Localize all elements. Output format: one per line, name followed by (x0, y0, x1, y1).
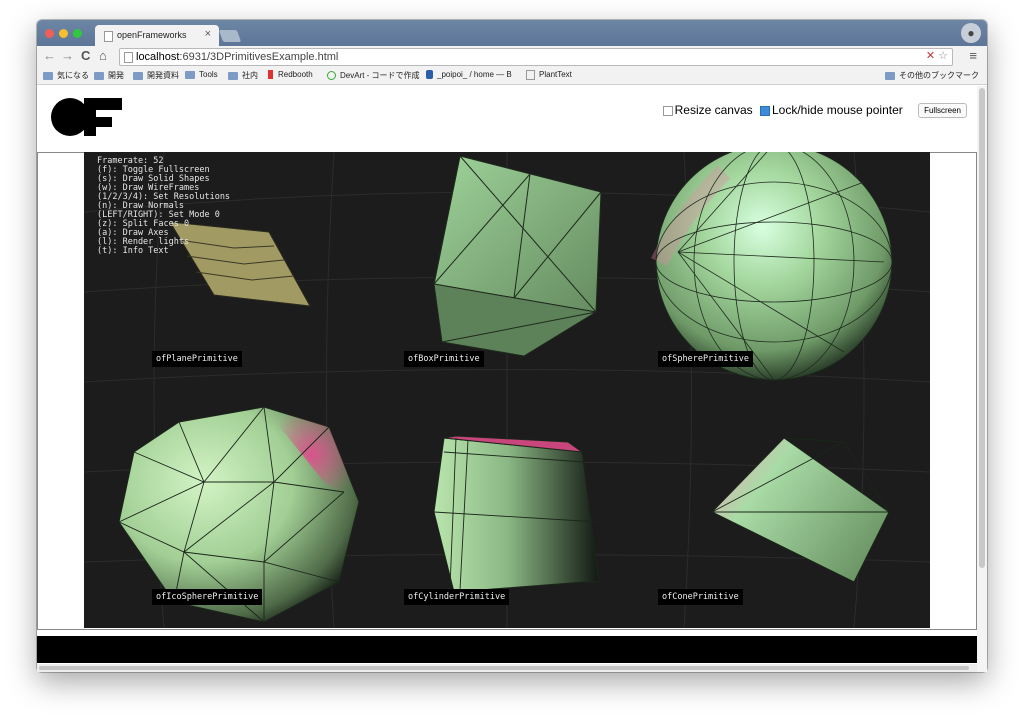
bitbucket-icon (426, 70, 433, 80)
folder-icon (94, 71, 104, 80)
lock-pointer-label: Lock/hide mouse pointer (772, 103, 903, 117)
url-host: localhost (136, 51, 180, 63)
minimize-window-icon[interactable] (59, 29, 68, 38)
openframeworks-logo (50, 97, 122, 142)
folder-icon (228, 71, 238, 80)
resize-canvas-label: Resize canvas (674, 103, 753, 117)
info-text: Framerate: 52 (f): Toggle Fullscreen (s)… (97, 156, 231, 256)
page-icon (526, 70, 535, 80)
browser-toolbar: ← → C ⌂ localhost:6931/3DPrimitivesExamp… (37, 46, 987, 67)
box-primitive-shape (433, 155, 602, 357)
fullscreen-button[interactable]: Fullscreen (918, 103, 967, 119)
close-window-icon[interactable] (45, 29, 54, 38)
bookmarks-bar: 気になる 開発 開発資料 Tools 社内 Redbooth DevArt - … (37, 67, 987, 85)
address-bar[interactable]: localhost:6931/3DPrimitivesExample.html … (119, 48, 953, 66)
cone-primitive-shape (711, 437, 890, 583)
label-cylinder-primitive: ofCylinderPrimitive (404, 589, 510, 605)
bookmark-folder-kininaru[interactable]: 気になる (43, 70, 89, 81)
devart-icon (327, 71, 336, 81)
reload-icon[interactable]: C (81, 48, 90, 63)
incognito-user-icon[interactable]: ● (961, 23, 981, 43)
tab-openframeworks[interactable]: openFrameworks × (95, 25, 219, 46)
url-path: :6931/3DPrimitivesExample.html (179, 51, 339, 63)
chrome-menu-icon[interactable]: ≡ (969, 48, 977, 63)
blocked-popup-icon[interactable]: ✕ ☆ (926, 49, 948, 62)
canvas-controls: Resize canvas Lock/hide mouse pointer Fu… (662, 103, 967, 119)
back-icon[interactable]: ← (43, 48, 56, 63)
vertical-scrollbar[interactable] (977, 86, 987, 672)
cylinder-primitive-shape (433, 435, 600, 593)
other-bookmarks[interactable]: その他のブックマーク (885, 70, 979, 81)
forward-icon[interactable]: → (61, 48, 74, 63)
url-text: localhost:6931/3DPrimitivesExample.html (136, 51, 338, 63)
page-icon (124, 52, 133, 63)
home-icon[interactable]: ⌂ (99, 48, 107, 63)
scrollbar-thumb[interactable] (979, 88, 985, 568)
bookmark-devart[interactable]: DevArt - コードで作成 (327, 70, 420, 81)
page-icon (104, 31, 113, 42)
zoom-window-icon[interactable] (73, 29, 82, 38)
resize-canvas-checkbox[interactable] (662, 105, 673, 116)
bookmark-bitbucket[interactable]: _poipoi_ / home — B (426, 70, 512, 80)
folder-icon (185, 70, 195, 79)
bookmark-planttext[interactable]: PlantText (526, 70, 572, 80)
bookmark-folder-kaihatsu-shiryo[interactable]: 開発資料 (133, 70, 179, 81)
folder-icon (885, 71, 895, 80)
bookmark-folder-shanai[interactable]: 社内 (228, 70, 258, 81)
label-cone-primitive: ofConePrimitive (658, 589, 743, 605)
label-plane-primitive: ofPlanePrimitive (152, 351, 242, 367)
bookmark-folder-kaihatsu[interactable]: 開発 (94, 70, 124, 81)
new-tab-button[interactable] (218, 30, 242, 42)
redbooth-icon (268, 70, 273, 80)
horizontal-scrollbar[interactable] (37, 664, 977, 672)
console-output (37, 636, 977, 663)
bookmark-folder-tools[interactable]: Tools (185, 70, 218, 79)
tab-title: openFrameworks (117, 30, 187, 40)
label-sphere-primitive: ofSpherePrimitive (658, 351, 753, 367)
sphere-primitive-shape (650, 152, 893, 381)
tab-close-icon[interactable]: × (205, 28, 211, 40)
label-box-primitive: ofBoxPrimitive (404, 351, 484, 367)
scrollbar-thumb[interactable] (39, 666, 969, 670)
folder-icon (133, 71, 143, 80)
tab-strip: openFrameworks × ● (37, 20, 987, 46)
label-icosphere-primitive: ofIcoSpherePrimitive (152, 589, 263, 605)
folder-icon (43, 71, 53, 80)
bookmark-star-icon[interactable]: ☆ (938, 50, 948, 62)
lock-pointer-checkbox[interactable] (760, 105, 770, 116)
bookmark-redbooth[interactable]: Redbooth (268, 70, 313, 80)
webgl-canvas[interactable]: Framerate: 52 (f): Toggle Fullscreen (s)… (84, 152, 930, 628)
